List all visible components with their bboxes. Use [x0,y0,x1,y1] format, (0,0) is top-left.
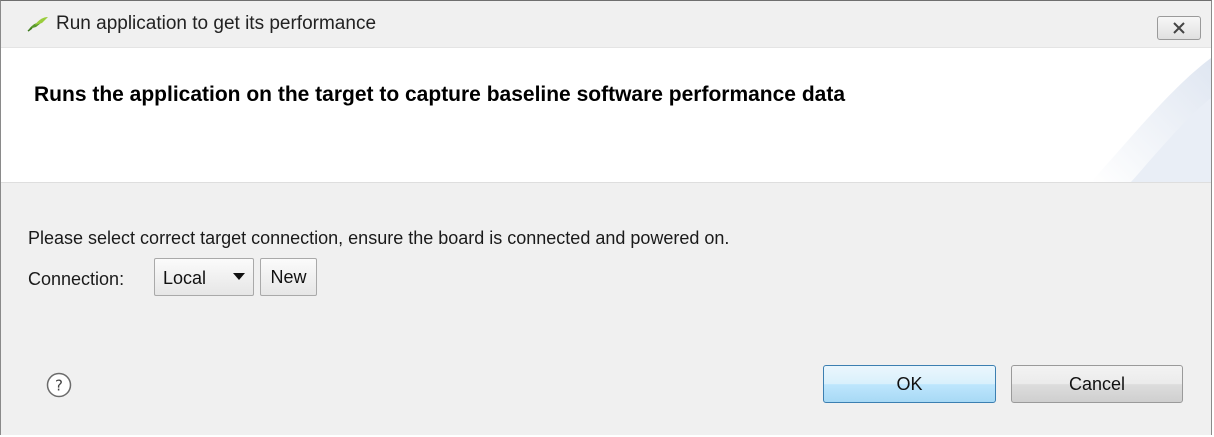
header-title: Runs the application on the target to ca… [34,83,845,106]
connection-select-value: Local [163,268,207,288]
help-icon[interactable]: ? [46,372,72,398]
svg-text:?: ? [55,377,63,395]
chevron-down-icon [233,273,245,280]
instruction-text: Please select correct target connection,… [28,228,730,248]
connection-label: Connection: [28,269,125,289]
new-connection-button[interactable]: New [260,258,317,296]
dialog-window: Run application to get its performance R… [0,0,1212,435]
connection-select[interactable]: Local [154,258,254,296]
dialog-body: Please select correct target connection,… [1,183,1211,435]
header-decoration [1091,58,1211,182]
close-button[interactable] [1157,16,1201,40]
title-bar[interactable]: Run application to get its performance [1,1,1211,48]
cancel-button[interactable]: Cancel [1011,365,1183,403]
ok-button[interactable]: OK [823,365,996,403]
window-title: Run application to get its performance [56,13,377,34]
app-logo-icon [27,17,48,32]
close-icon [1173,22,1185,34]
dialog-header: Runs the application on the target to ca… [1,48,1211,183]
